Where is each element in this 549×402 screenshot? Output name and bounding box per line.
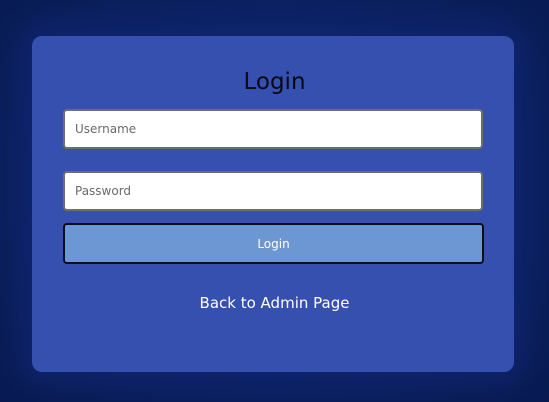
password-input[interactable] (63, 171, 483, 211)
username-input[interactable] (63, 109, 483, 149)
login-button[interactable]: Login (63, 223, 484, 264)
back-to-admin-link[interactable]: Back to Admin Page (0, 292, 549, 314)
login-title: Login (243, 69, 306, 95)
